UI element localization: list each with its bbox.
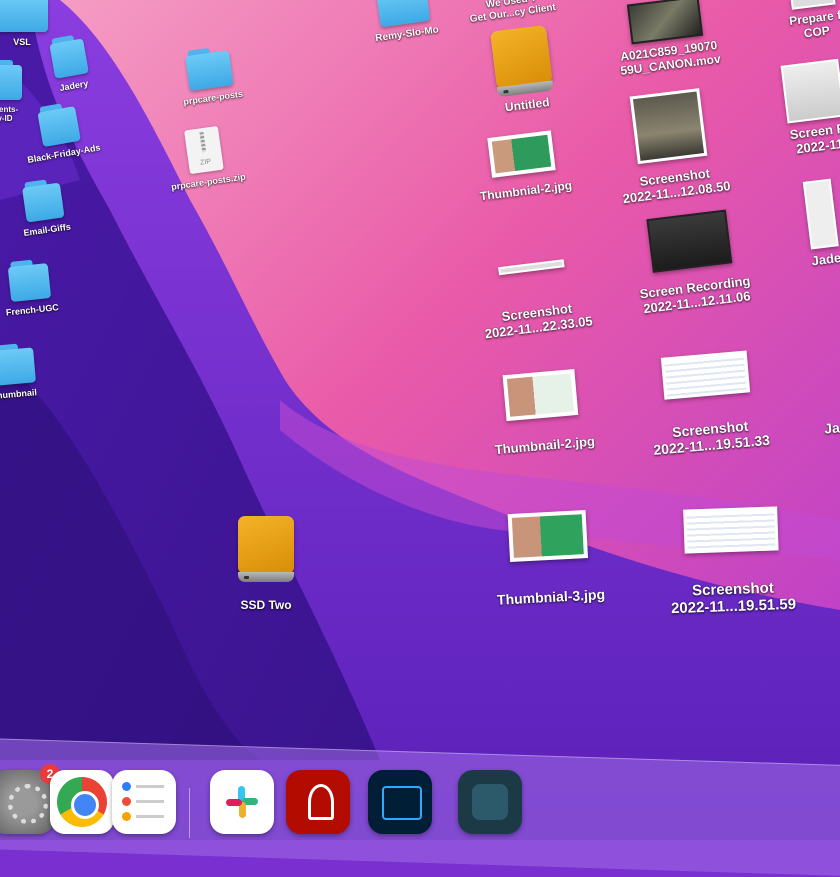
item-label: SSD Two	[240, 598, 292, 612]
video-thumbnail	[626, 0, 704, 45]
external-drive-icon	[490, 24, 554, 98]
chrome-app[interactable]	[50, 770, 114, 834]
folder-french-ugc[interactable]: French-UGC	[0, 257, 63, 318]
file-thumbnail-2[interactable]: Thumbnail-2.jpg	[469, 366, 616, 460]
item-label: Screenshot 2022-11...19.51.59	[670, 579, 797, 618]
file-screenshot-120850[interactable]: Screenshot 2022-11...12.08.50	[590, 83, 752, 209]
image-thumbnail	[487, 130, 556, 178]
folder-icon	[7, 258, 52, 303]
acrobat-app[interactable]	[286, 770, 350, 834]
folder-icon	[184, 45, 234, 91]
folder-icon	[0, 60, 22, 100]
folder-jadery[interactable]: Jadery	[38, 32, 103, 96]
file-thumbnial-3[interactable]: Thumbnial-3.jpg	[472, 508, 627, 609]
dock-app[interactable]	[458, 770, 522, 834]
document-thumbnail	[802, 178, 839, 250]
image-thumbnail	[629, 88, 708, 165]
slack-app[interactable]	[210, 770, 274, 834]
folder-icon	[36, 101, 81, 148]
folder-icon	[0, 342, 36, 386]
folder-email-giffs[interactable]: Email-Giffs	[12, 176, 75, 239]
reminders-app[interactable]	[112, 770, 176, 834]
folder-icon	[375, 0, 431, 28]
file-screen-recording-1[interactable]: Screen R 2022-11	[755, 56, 840, 162]
folder-thumbnail[interactable]: humbnail	[0, 342, 42, 401]
photoshop-app[interactable]	[368, 770, 432, 834]
gear-icon	[8, 784, 48, 824]
image-thumbnail	[507, 510, 589, 563]
desktop[interactable]: VSL Jadery ments- y-ID Black-Friday-Ads …	[0, 0, 840, 840]
image-thumbnail	[683, 506, 779, 554]
image-thumbnail	[646, 209, 733, 273]
file-screen-recording-121106[interactable]: Screen Recording 2022-11...12.11.06	[607, 205, 778, 321]
file-screenshot-195133[interactable]: Screenshot 2022-11...19.51.33	[624, 347, 792, 460]
folder-icon	[0, 0, 48, 32]
drive-ssd-two[interactable]: SSD Two	[228, 516, 304, 613]
external-drive-icon	[238, 516, 294, 582]
image-thumbnail	[498, 259, 565, 276]
file-ja[interactable]: Ja	[811, 418, 840, 438]
image-thumbnail	[660, 350, 751, 400]
drive-untitled[interactable]: Untitled	[473, 23, 573, 118]
slack-icon	[226, 786, 258, 818]
reminders-icon	[122, 782, 166, 822]
file-screenshot-195159[interactable]: Screenshot 2022-11...19.51.59	[640, 505, 824, 619]
zip-file-icon: ZIP	[184, 125, 224, 175]
system-settings-app[interactable]: 2	[0, 764, 60, 834]
folder-icon	[48, 33, 89, 79]
dock-separator	[189, 788, 190, 838]
photoshop-icon	[382, 786, 422, 820]
item-label: Ja	[823, 419, 840, 437]
acrobat-icon	[308, 784, 334, 820]
image-thumbnail	[502, 369, 579, 422]
image-thumbnail	[780, 58, 840, 124]
folder-icon	[21, 178, 65, 223]
app-icon	[472, 784, 508, 820]
